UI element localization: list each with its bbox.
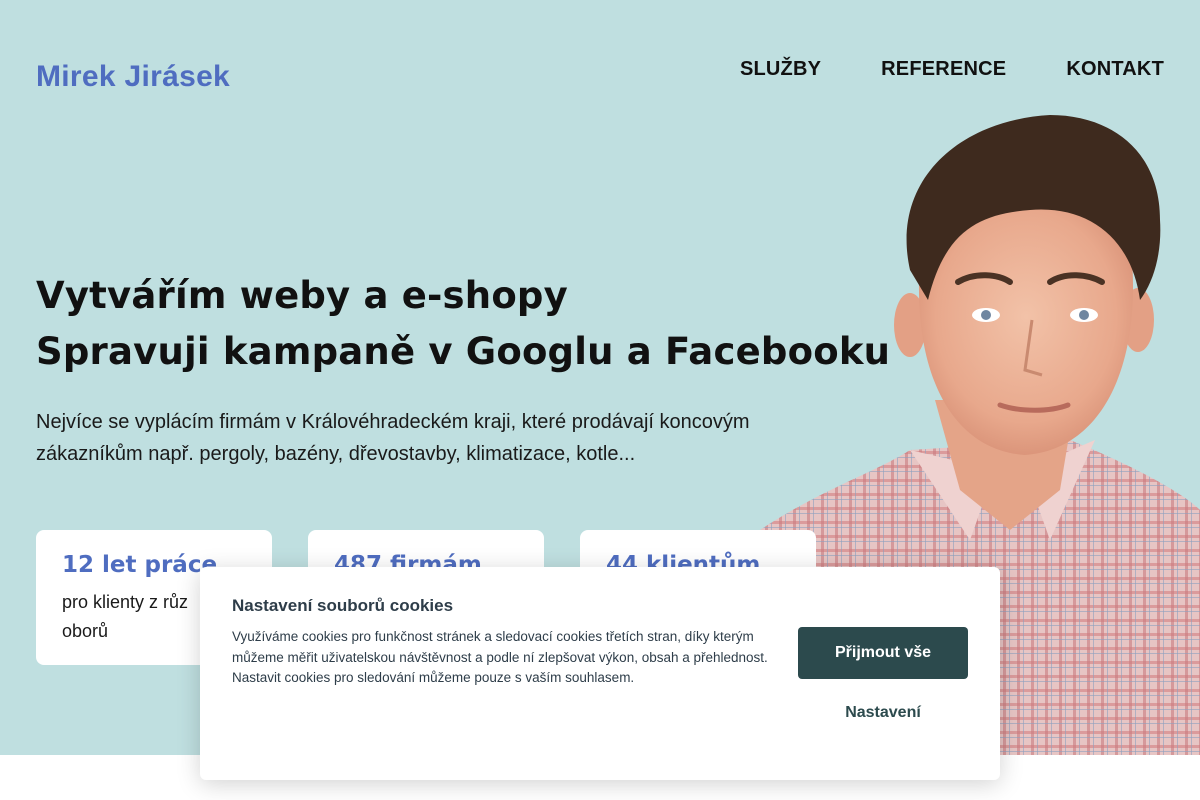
- site-logo[interactable]: Mirek Jirásek: [36, 60, 230, 94]
- nav-item-sluzby[interactable]: SLUŽBY: [740, 58, 821, 81]
- main-nav: SLUŽBY REFERENCE KONTAKT: [740, 58, 1164, 81]
- nav-item-reference[interactable]: REFERENCE: [881, 58, 1006, 81]
- cookie-dialog-text: Využíváme cookies pro funkčnost stránek …: [232, 629, 768, 685]
- stat-text-line-2: oborů: [62, 621, 109, 641]
- hero-lead: Nejvíce se vyplácím firmám v Královéhrad…: [36, 406, 836, 470]
- cookie-settings-button[interactable]: Nastavení: [798, 693, 968, 733]
- cookie-consent-dialog: Nastavení souborů cookies Využíváme cook…: [200, 567, 1000, 780]
- stat-text-line-1: pro klienty z růz: [62, 592, 189, 612]
- headline-line-1: Vytvářím weby a e-shopy: [36, 274, 568, 317]
- lead-line-2: zákazníkům např. pergoly, bazény, dřevos…: [36, 443, 636, 465]
- cookie-dialog-title: Nastavení souborů cookies: [232, 596, 454, 615]
- headline-line-2: Spravuji kampaně v Googlu a Facebooku: [36, 330, 891, 373]
- lead-line-1: Nejvíce se vyplácím firmám v Královéhrad…: [36, 411, 750, 433]
- accept-all-button[interactable]: Přijmout vše: [798, 627, 968, 679]
- hero-headline: Vytvářím weby a e-shopy Spravuji kampaně…: [36, 268, 890, 380]
- nav-item-kontakt[interactable]: KONTAKT: [1066, 58, 1164, 81]
